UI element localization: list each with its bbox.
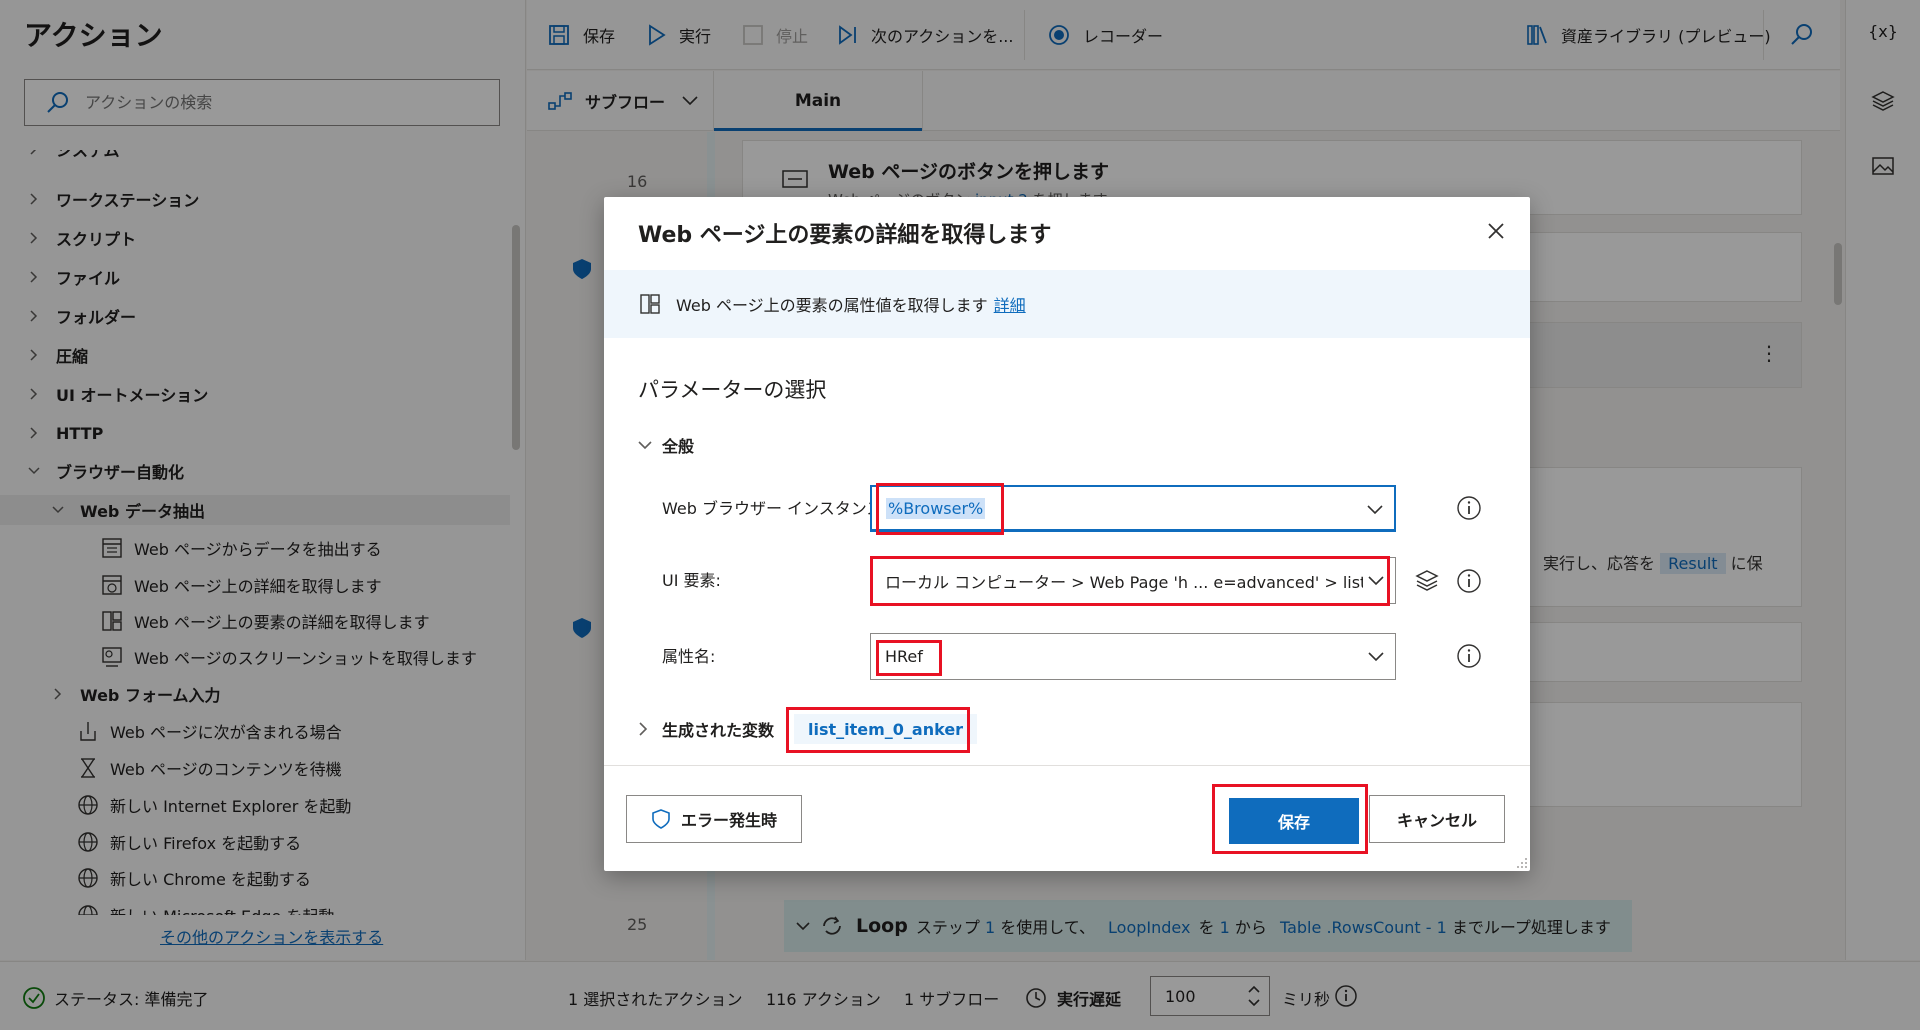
details-link[interactable]: 詳細 [994, 292, 1026, 316]
chevron-right-icon [639, 722, 648, 736]
chevron-down-icon [1367, 505, 1383, 515]
highlight-box [786, 707, 970, 753]
highlight-box [876, 640, 942, 676]
info-icon[interactable] [1456, 568, 1482, 594]
browser-instance-label: Web ブラウザー インスタンス: [662, 499, 888, 518]
dialog-title: Web ページ上の要素の詳細を取得します [638, 223, 1052, 248]
chevron-down-icon [638, 441, 652, 450]
dialog-footer-divider [604, 765, 1530, 766]
layers-icon[interactable] [1414, 568, 1440, 594]
attribute-name-label: 属性名: [662, 647, 716, 666]
close-icon[interactable] [1484, 219, 1508, 243]
highlight-box [1212, 784, 1368, 854]
section-general-toggle[interactable]: 全般 [638, 433, 694, 457]
parameters-heading: パラメーターの選択 [638, 378, 827, 402]
cancel-button[interactable]: キャンセル [1369, 795, 1505, 843]
info-icon[interactable] [1456, 643, 1482, 669]
element-details-icon [640, 294, 660, 314]
generated-variables-toggle[interactable]: 生成された変数 [638, 717, 774, 741]
on-error-button[interactable]: エラー発生時 [626, 795, 802, 843]
resize-grip-icon[interactable] [1516, 857, 1528, 869]
shield-icon [652, 809, 670, 829]
attribute-name-select[interactable]: HRef [870, 633, 1396, 680]
highlight-box [870, 556, 1390, 606]
get-element-details-dialog: Web ページ上の要素の詳細を取得します Web ページ上の要素の属性値を取得し… [604, 197, 1530, 871]
info-icon[interactable] [1456, 495, 1482, 521]
chevron-down-icon [1368, 652, 1384, 662]
dialog-description: Web ページ上の要素の属性値を取得します 詳細 [604, 270, 1530, 338]
highlight-box [876, 483, 1004, 535]
ui-element-label: UI 要素: [662, 571, 721, 590]
